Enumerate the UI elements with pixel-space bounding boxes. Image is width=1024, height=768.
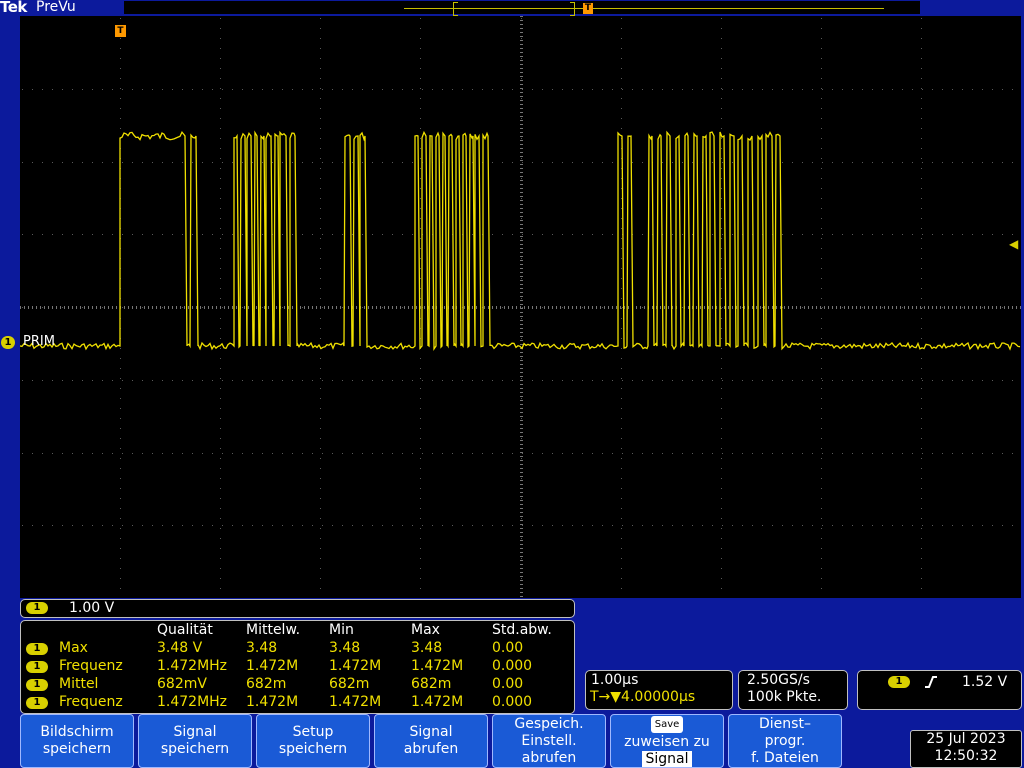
recall-setup-button[interactable]: Gespeich. Einstell. abrufen <box>492 714 606 768</box>
horizontal-scale: 1.00µs <box>591 672 639 688</box>
softkey-label: Gespeich. <box>514 715 584 732</box>
measurement-value: 3.48 <box>329 640 361 656</box>
softkey-label: speichern <box>42 741 112 757</box>
measurement-table[interactable]: Qualität Mittelw. Min Max Std.abw. 1 Max 3… <box>20 620 575 714</box>
measurement-value: 682m <box>411 676 452 692</box>
softkey-label: Bildschirm <box>40 724 114 740</box>
vertical-scale: 1.00 V <box>69 600 115 616</box>
softkey-label: Signal <box>409 724 453 740</box>
softkey-label: abrufen <box>521 749 577 766</box>
measurement-channel-badge: 1 <box>26 643 48 655</box>
status-bar: Tek PreVu T <box>0 0 1024 16</box>
softkey-label: Dienst– <box>759 715 811 732</box>
trigger-channel-badge: 1 <box>888 676 910 688</box>
time: 12:50:32 <box>934 748 998 764</box>
record-length: 100k Pkte. <box>747 689 822 705</box>
measurement-name: Frequenz <box>59 694 123 710</box>
header-mean: Mittelw. <box>246 622 301 638</box>
measurement-value: 3.48 <box>411 640 443 656</box>
softkey-selected-value: Signal <box>642 750 692 767</box>
file-utilities-button[interactable]: Dienst– progr. f. Dateien <box>728 714 842 768</box>
graticule <box>20 16 1021 598</box>
record-bracket-right <box>570 2 575 16</box>
softkey-label: speichern <box>278 741 348 757</box>
measurement-value: 3.48 V <box>157 640 203 656</box>
sample-rate: 2.50GS/s <box>747 672 810 688</box>
save-badge: Save <box>650 715 684 733</box>
measurement-value: 1.472M <box>329 658 382 674</box>
acquisition-mode: PreVu <box>36 0 76 15</box>
record-bracket-left <box>453 2 458 16</box>
recall-waveform-button[interactable]: Signal abrufen <box>374 714 488 768</box>
trigger-level-arrow-icon: ◀ <box>1009 237 1019 251</box>
measurement-name: Max <box>59 640 88 656</box>
measurement-value: 0.00 <box>492 640 524 656</box>
header-stddev: Std.abw. <box>492 622 552 638</box>
softkey-label: f. Dateien <box>751 749 819 766</box>
measurement-value: 682m <box>329 676 370 692</box>
record-line <box>404 8 884 9</box>
channel-1-ground-marker[interactable]: 1 <box>1 336 15 349</box>
measurement-value: 1.472MHz <box>157 658 228 674</box>
measurement-value: 0.000 <box>492 694 533 710</box>
record-view-bar: T <box>124 1 920 16</box>
header-min: Min <box>329 622 354 638</box>
trigger-level: 1.52 V <box>962 674 1008 690</box>
save-setup-button[interactable]: Setup speichern <box>256 714 370 768</box>
softkey-label: speichern <box>160 741 230 757</box>
measurement-value: 1.472M <box>411 694 464 710</box>
softkey-label: progr. <box>764 732 806 749</box>
rising-edge-icon <box>925 676 937 688</box>
measurement-channel-badge: 1 <box>26 697 48 709</box>
left-frame <box>0 16 20 598</box>
waveform-display <box>20 16 1021 597</box>
measurement-name: Mittel <box>59 676 99 692</box>
trigger-point-icon[interactable]: T <box>115 25 126 37</box>
measurement-value: 0.00 <box>492 676 524 692</box>
channel-1-readout[interactable]: 1 1.00 V <box>20 599 575 618</box>
measurement-value: 682m <box>246 676 287 692</box>
brand-logo: Tek <box>0 0 27 16</box>
measurement-value: 1.472MHz <box>157 694 228 710</box>
header-quality: Qualität <box>157 622 213 638</box>
save-waveform-button[interactable]: Signal speichern <box>138 714 252 768</box>
trigger-readout[interactable]: 1 1.52 V <box>857 670 1022 710</box>
softkey-label: Einstell. <box>521 732 577 749</box>
date-time-display: 25 Jul 2023 12:50:32 <box>910 730 1022 768</box>
trigger-position-icon: T <box>583 3 593 14</box>
softkey-label: abrufen <box>403 741 459 757</box>
measurement-value: 1.472M <box>246 694 299 710</box>
softkey-label: Setup <box>292 724 334 740</box>
save-screen-button[interactable]: Bildschirm speichern <box>20 714 134 768</box>
measurement-value: 0.000 <box>492 658 533 674</box>
measurement-channel-badge: 1 <box>26 661 48 673</box>
trigger-delay: T→▼4.00000µs <box>590 689 696 705</box>
measurement-value: 682mV <box>157 676 207 692</box>
acquisition-readout[interactable]: 2.50GS/s 100k Pkte. <box>738 670 848 710</box>
channel-1-label: PRIM <box>23 334 55 349</box>
grid <box>20 16 1021 597</box>
measurement-channel-badge: 1 <box>26 679 48 691</box>
assign-save-button[interactable]: Save zuweisen zu Signal <box>610 714 724 768</box>
measurement-value: 1.472M <box>246 658 299 674</box>
measurement-value: 1.472M <box>411 658 464 674</box>
measurement-value: 3.48 <box>246 640 278 656</box>
timebase-readout[interactable]: 1.00µs T→▼4.00000µs <box>585 670 733 710</box>
measurement-name: Frequenz <box>59 658 123 674</box>
header-max: Max <box>411 622 440 638</box>
measurement-value: 1.472M <box>329 694 382 710</box>
channel-badge: 1 <box>26 602 48 614</box>
softkey-label: Signal <box>173 724 217 740</box>
softkey-label: zuweisen zu <box>624 733 710 750</box>
date: 25 Jul 2023 <box>926 731 1006 747</box>
